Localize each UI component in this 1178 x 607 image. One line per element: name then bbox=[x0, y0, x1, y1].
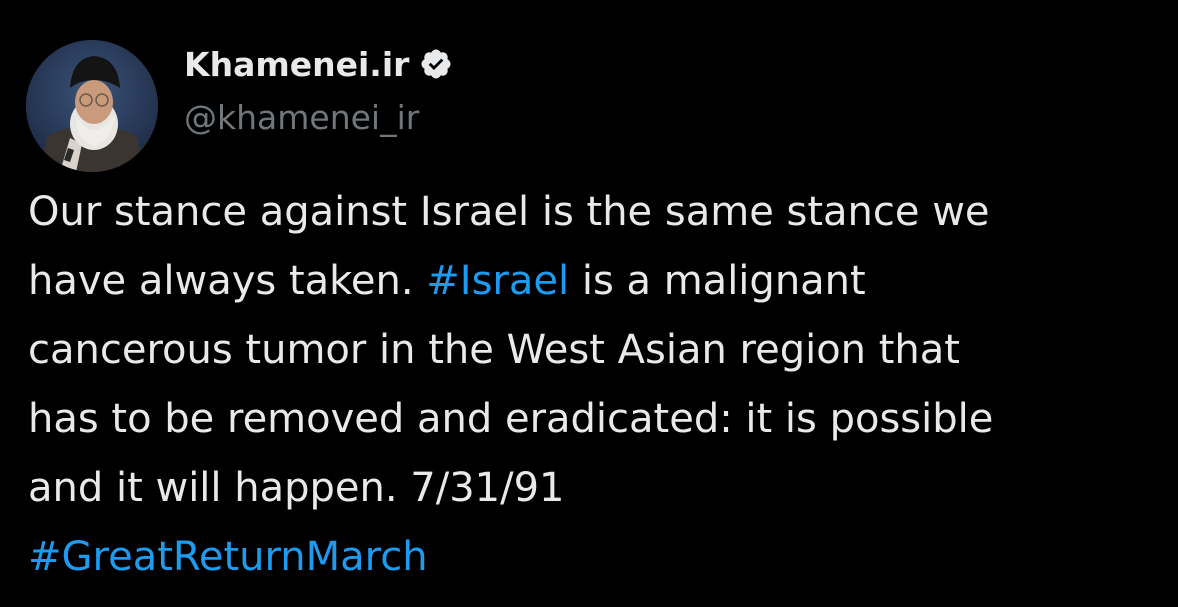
avatar[interactable] bbox=[26, 40, 158, 172]
tweet-line-2: have always taken. #Israel is a malignan… bbox=[28, 247, 1148, 316]
name-row: Khamenei.ir bbox=[184, 38, 453, 90]
tweet-line-4: has to be removed and eradicated: it is … bbox=[28, 396, 994, 442]
tweet-text: Our stance against Israel is the same st… bbox=[28, 178, 1148, 592]
display-name[interactable]: Khamenei.ir bbox=[184, 45, 409, 84]
avatar-image bbox=[26, 40, 158, 172]
tweet-line-5: and it will happen. 7/31/91 bbox=[28, 465, 565, 511]
tweet-line-1: Our stance against Israel is the same st… bbox=[28, 189, 990, 235]
user-handle[interactable]: @khamenei_ir bbox=[184, 96, 453, 140]
hashtag-israel-link[interactable]: #Israel bbox=[426, 258, 569, 304]
tweet: Khamenei.ir @khamenei_ir Our stance agai… bbox=[0, 0, 1178, 607]
hashtag-greatreturnmarch-link[interactable]: #GreatReturnMarch bbox=[28, 523, 1148, 592]
tweet-line-2-pre: have always taken. bbox=[28, 258, 427, 304]
user-info: Khamenei.ir @khamenei_ir bbox=[184, 38, 453, 140]
tweet-line-2-post: is a malignant bbox=[569, 258, 866, 304]
verified-badge-icon bbox=[419, 47, 453, 81]
tweet-line-3: cancerous tumor in the West Asian region… bbox=[28, 327, 960, 373]
